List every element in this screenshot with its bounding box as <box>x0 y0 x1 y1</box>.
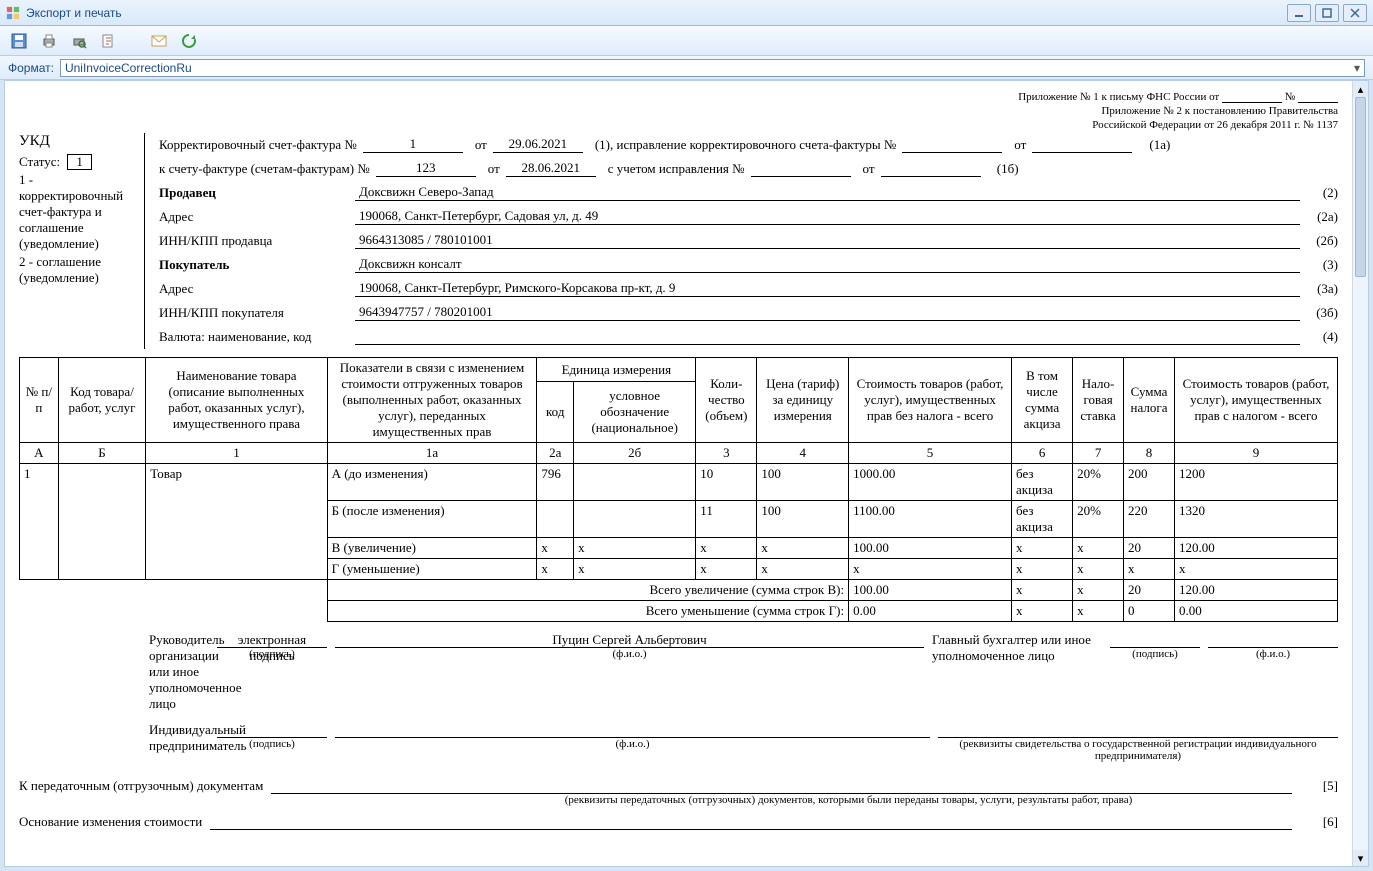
print-icon[interactable] <box>38 30 60 52</box>
minimize-button[interactable] <box>1287 4 1311 22</box>
print-preview-icon[interactable] <box>68 30 90 52</box>
seller-name: Доксвижн Северо-Запад <box>355 184 1300 201</box>
ukd-legend-2: 2 - соглашение (уведомление) <box>19 254 138 286</box>
seller-address: 190068, Санкт-Петербург, Садовая ул, д. … <box>355 208 1300 225</box>
item-row-a: 1 Товар А (до изменения)796101001000.00б… <box>20 464 1338 501</box>
seller-inn: 9664313085 / 780101001 <box>355 232 1300 249</box>
totals-decrease: Всего уменьшение (сумма строк Г): 0.00хх… <box>20 601 1338 622</box>
sf-number: 123 <box>376 160 476 177</box>
status-row: Статус: 1 <box>19 154 138 170</box>
close-button[interactable] <box>1343 4 1367 22</box>
document-content: Приложение № 1 к письму ФНС России от № … <box>5 81 1352 866</box>
export-icon[interactable] <box>98 30 120 52</box>
ksf-date: 29.06.2021 <box>493 136 583 153</box>
buyer-address: 190068, Санкт-Петербург, Римского-Корсак… <box>355 280 1300 297</box>
scroll-thumb[interactable] <box>1355 97 1366 277</box>
transfer-docs-row: К передаточным (отгрузочным) документам … <box>19 778 1338 794</box>
document-area: Приложение № 1 к письму ФНС России от № … <box>4 80 1369 867</box>
ksf-number: 1 <box>363 136 463 153</box>
sf-date: 28.06.2021 <box>506 160 596 177</box>
signature-row-1: Руководитель организации или иное уполно… <box>19 632 1338 712</box>
ukd-legend-1: 1 - корректировочный счет-фактура и согл… <box>19 172 138 252</box>
save-icon[interactable] <box>8 30 30 52</box>
scroll-track[interactable] <box>1353 97 1368 850</box>
maximize-button[interactable] <box>1315 4 1339 22</box>
appendix-2b: Российской Федерации от 26 декабря 2011 … <box>19 119 1338 131</box>
buyer-inn: 9643947757 / 780201001 <box>355 304 1300 321</box>
status-value: 1 <box>67 154 92 170</box>
format-label: Формат: <box>8 61 54 75</box>
reason-row: Основание изменения стоимости [6] <box>19 814 1338 830</box>
window-title: Экспорт и печать <box>26 6 122 20</box>
appendix-1: Приложение № 1 к письму ФНС России от № <box>19 91 1338 103</box>
totals-increase: Всего увеличение (сумма строк В): 100.00… <box>20 580 1338 601</box>
header-block: Корректировочный счет-фактура № 1 от 29.… <box>159 133 1338 349</box>
chevron-down-icon: ▾ <box>1354 61 1360 75</box>
titlebar: Экспорт и печать <box>0 0 1373 26</box>
scroll-up-icon[interactable]: ▴ <box>1353 81 1368 97</box>
format-row: Формат: UniInvoiceCorrectionRu ▾ <box>0 56 1373 80</box>
ukd-panel: УКД Статус: 1 1 - корректировочный счет-… <box>19 133 145 349</box>
format-combobox[interactable]: UniInvoiceCorrectionRu ▾ <box>60 59 1365 77</box>
toolbar <box>0 26 1373 56</box>
buyer-name: Доксвижн консалт <box>355 256 1300 273</box>
vertical-scrollbar[interactable]: ▴ ▾ <box>1352 81 1368 866</box>
scroll-down-icon[interactable]: ▾ <box>1353 850 1368 866</box>
format-value: UniInvoiceCorrectionRu <box>65 61 192 75</box>
invoice-table: № п/п Код товара/ работ, услуг Наименова… <box>19 357 1338 622</box>
refresh-icon[interactable] <box>178 30 200 52</box>
app-icon <box>6 6 20 20</box>
appendix-2a: Приложение № 2 к постановлению Правитель… <box>19 105 1338 117</box>
ukd-title: УКД <box>19 133 138 150</box>
currency <box>355 329 1300 345</box>
mail-icon[interactable] <box>148 30 170 52</box>
signature-row-2: Индивидуальный предприниматель (подпись)… <box>19 722 1338 762</box>
director-fio: Пуцин Сергей Альбертович <box>335 632 924 648</box>
